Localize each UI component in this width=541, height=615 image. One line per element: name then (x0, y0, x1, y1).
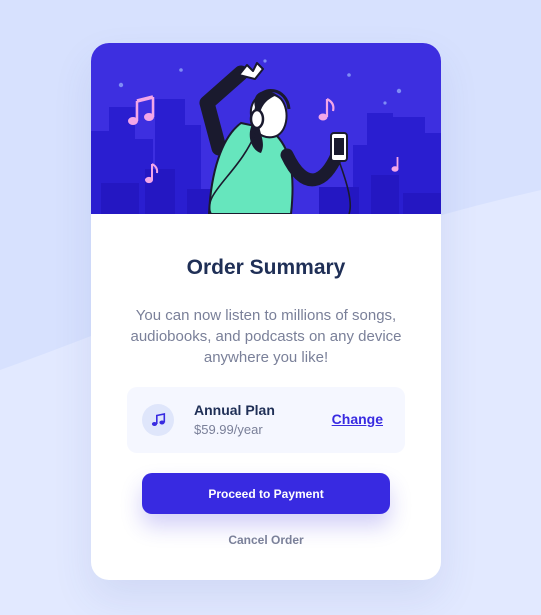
music-note-icon (142, 404, 174, 436)
hero-illustration (91, 43, 441, 214)
order-summary-card: Order Summary You can now listen to mill… (91, 43, 441, 580)
page-title: Order Summary (186, 256, 346, 279)
plan-summary: Annual Plan $59.99/year Change (127, 387, 405, 453)
description-text: You can now listen to millions of songs,… (130, 307, 402, 366)
plan-name: Annual Plan (194, 402, 275, 418)
proceed-to-payment-button[interactable]: Proceed to Payment (142, 473, 390, 514)
cancel-order-button[interactable]: Cancel Order (91, 533, 441, 547)
change-plan-link[interactable]: Change (332, 411, 383, 427)
page-background: Order Summary You can now listen to mill… (0, 0, 541, 615)
plan-price: $59.99/year (194, 422, 263, 437)
